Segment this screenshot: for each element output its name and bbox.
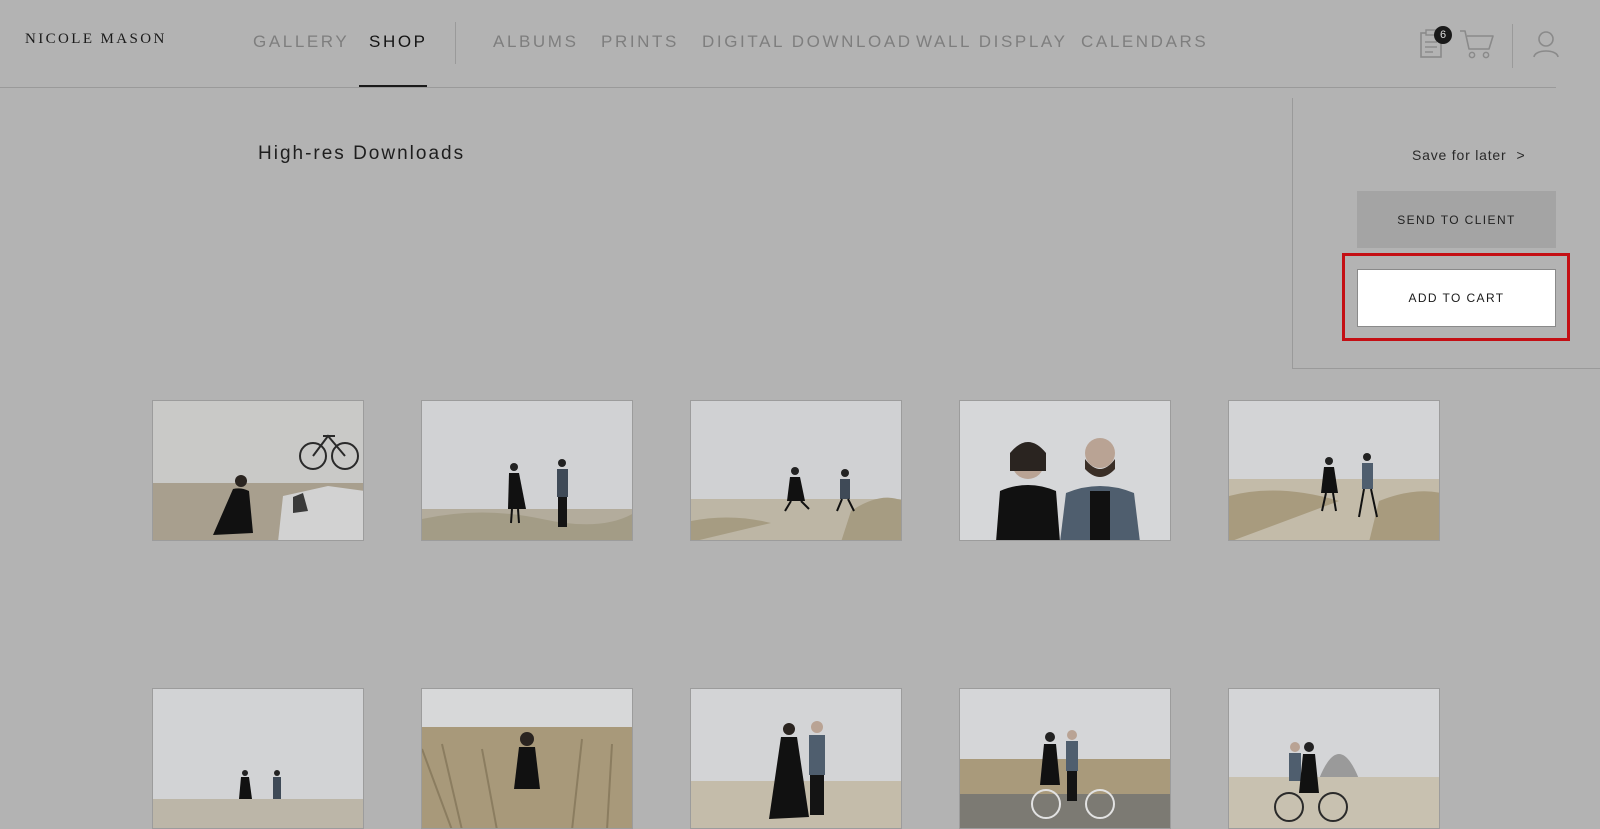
photo-couple-sand [691,689,901,828]
photo-thumbnail[interactable] [152,688,364,829]
photo-thumbnail[interactable] [1228,688,1440,829]
nav-prints[interactable]: PRINTS [601,32,679,52]
photo-thumbnail[interactable] [959,688,1171,829]
top-header: NICOLE MASON GALLERY SHOP ALBUMS PRINTS … [0,0,1600,88]
photo-couple-car-bicycle [153,401,363,540]
chevron-right-icon: > [1516,147,1526,163]
clipboard-count-badge: 6 [1434,26,1452,44]
photo-couple-distant-beach [153,689,363,828]
nav-calendars[interactable]: CALENDARS [1081,32,1208,52]
photo-thumbnail[interactable] [152,400,364,541]
photo-thumbnail[interactable] [690,400,902,541]
photo-thumbnail[interactable] [421,400,633,541]
section-title: High-res Downloads [258,143,466,164]
icons-divider [1512,24,1513,68]
save-for-later-label: Save for later [1412,147,1507,163]
cart-icon[interactable] [1459,28,1495,65]
nav-divider [455,22,456,64]
photo-couple-closeup [960,401,1170,540]
photo-couple-walking-dunes [1229,401,1439,540]
header-divider [0,87,1556,88]
photo-couple-bicycle-rock [1229,689,1439,828]
nav-shop[interactable]: SHOP [369,32,428,52]
photo-couple-running-dunes [691,401,901,540]
photo-couple-beach-binoculars [422,401,632,540]
photo-woman-grass [422,689,632,828]
add-to-cart-button[interactable]: ADD TO CART [1357,269,1556,327]
nav-gallery[interactable]: GALLERY [253,32,349,52]
photo-thumbnail[interactable] [959,400,1171,541]
brand-logo[interactable]: NICOLE MASON [25,31,167,48]
nav-albums[interactable]: ALBUMS [493,32,579,52]
user-icon[interactable] [1532,29,1560,64]
send-to-client-button[interactable]: SEND TO CLIENT [1357,191,1556,248]
nav-digital-download[interactable]: DIGITAL DOWNLOAD [702,32,913,52]
nav-wall-display[interactable]: WALL DISPLAY [916,32,1068,52]
photo-thumbnail[interactable] [1228,400,1440,541]
photo-couple-bicycle [960,689,1170,828]
save-for-later-link[interactable]: Save for later > [1412,147,1525,163]
photo-thumbnail[interactable] [690,688,902,829]
photo-thumbnail[interactable] [421,688,633,829]
